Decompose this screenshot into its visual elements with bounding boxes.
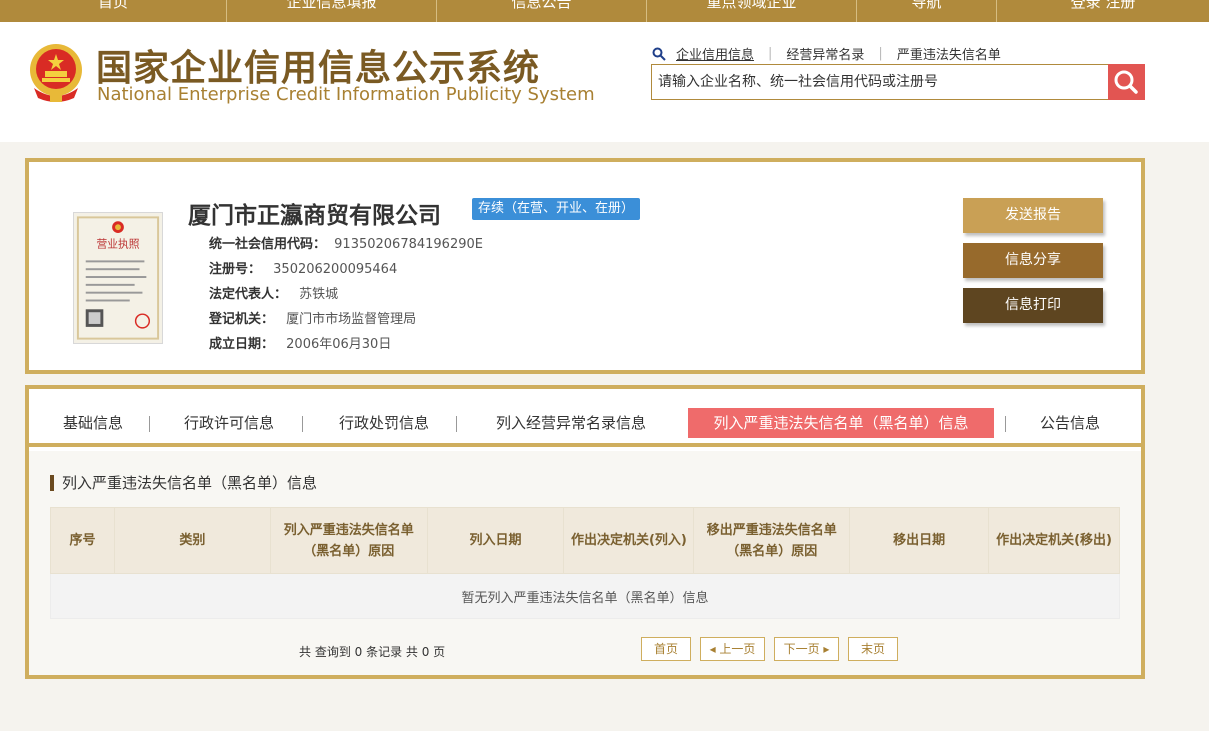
top-nav: 首页 企业信息填报 信息公告 重点领域企业 导航 登录 注册 (0, 0, 1209, 22)
tab-blacklist[interactable]: 列入严重违法失信名单（黑名单）信息 (688, 408, 994, 438)
nav-item-key-industry[interactable]: 重点领域企业 (647, 0, 857, 22)
next-page-label: 下一页 (783, 642, 820, 656)
company-card: 营业执照 厦门市正瀛商贸有限公司 存续（在营、开业、在册） 统一社会信用代码： … (25, 158, 1145, 374)
search-button[interactable] (1108, 64, 1145, 100)
quick-links: 企业信用信息 | 经营异常名录 | 严重违法失信名单 (652, 44, 1001, 63)
col-header-listing-date: 列入日期 (426, 507, 565, 574)
next-page-button[interactable]: 下一页 ▸ (774, 637, 839, 661)
blacklist-table: 序号 类别 列入严重违法失信名单（黑名单）原因 列入日期 作出决定机关(列入) … (50, 507, 1120, 619)
table-row: 暂无列入严重违法失信名单（黑名单）信息 (50, 573, 1120, 619)
info-value: 350206200095464 (273, 262, 398, 277)
col-header-removal-authority: 作出决定机关(移出) (988, 507, 1120, 574)
nav-item-announcement[interactable]: 信息公告 (437, 0, 647, 22)
last-page-button[interactable]: 末页 (848, 637, 898, 661)
info-row-founded-date: 成立日期： 2006年06月30日 (209, 333, 391, 352)
info-label: 统一社会信用代码： (209, 237, 327, 252)
empty-message: 暂无列入严重违法失信名单（黑名单）信息 (50, 573, 1120, 619)
col-header-listing-reason: 列入严重违法失信名单（黑名单）原因 (269, 507, 428, 574)
quick-link-abnormal-list[interactable]: 经营异常名录 (786, 44, 864, 63)
info-row-credit-code: 统一社会信用代码： 91350206784196290E (209, 233, 483, 252)
tab-separator (1005, 416, 1006, 432)
info-label: 注册号： (209, 262, 262, 277)
search-icon (652, 47, 666, 61)
company-name: 厦门市正瀛商贸有限公司 (188, 203, 441, 229)
info-label: 法定代表人： (209, 287, 288, 302)
info-value: 91350206784196290E (334, 237, 483, 252)
print-info-button[interactable]: 信息打印 (963, 288, 1103, 323)
prev-page-button[interactable]: ◂ 上一页 (700, 637, 765, 661)
tab-separator (302, 416, 303, 432)
info-label: 成立日期： (209, 337, 275, 352)
chevron-right-icon: ▸ (819, 642, 830, 656)
info-row-reg-number: 注册号： 350206200095464 (209, 258, 397, 277)
business-license-image: 营业执照 (73, 212, 163, 344)
national-emblem-icon (30, 44, 82, 102)
tab-basic-info[interactable]: 基础信息 (43, 408, 143, 438)
col-header-index: 序号 (50, 507, 115, 574)
info-value: 2006年06月30日 (286, 337, 392, 352)
nav-item-report[interactable]: 企业信息填报 (227, 0, 437, 22)
info-value: 苏铁城 (299, 287, 339, 302)
separator: | (878, 46, 883, 61)
license-title: 营业执照 (96, 238, 139, 251)
site-header: 国家企业信用信息公示系统 National Enterprise Credit … (0, 22, 1209, 142)
tab-separator (149, 416, 150, 432)
info-value: 厦门市市场监督管理局 (286, 312, 417, 327)
chevron-left-icon: ◂ (709, 642, 720, 656)
quick-link-enterprise-credit[interactable]: 企业信用信息 (676, 44, 754, 63)
info-row-reg-authority: 登记机关： 厦门市市场监督管理局 (209, 308, 416, 327)
col-header-removal-reason: 移出严重违法失信名单（黑名单）原因 (693, 507, 851, 574)
pagination-summary: 共 查询到 0 条记录 共 0 页 (299, 645, 446, 659)
separator: | (768, 46, 773, 61)
info-section-card: 基础信息 行政许可信息 行政处罚信息 列入经营异常名录信息 列入严重违法失信名单… (25, 385, 1145, 679)
nav-item-home[interactable]: 首页 (0, 0, 227, 22)
tab-separator (456, 416, 457, 432)
tab-abnormal-list[interactable]: 列入经营异常名录信息 (475, 408, 667, 438)
tab-bar: 基础信息 行政许可信息 行政处罚信息 列入经营异常名录信息 列入严重违法失信名单… (29, 389, 1141, 447)
magnifier-icon (1114, 70, 1138, 94)
nav-item-navigation[interactable]: 导航 (857, 0, 997, 22)
nav-item-login-register[interactable]: 登录 注册 (997, 0, 1209, 22)
share-info-button[interactable]: 信息分享 (963, 243, 1103, 278)
first-page-button[interactable]: 首页 (641, 637, 691, 661)
quick-link-blacklist[interactable]: 严重违法失信名单 (897, 44, 1001, 63)
col-header-listing-authority: 作出决定机关(列入) (563, 507, 695, 574)
send-report-button[interactable]: 发送报告 (963, 198, 1103, 233)
info-row-legal-rep: 法定代表人： 苏铁城 (209, 283, 338, 302)
search-box (651, 64, 1145, 100)
blacklist-panel: 列入严重违法失信名单（黑名单）信息 序号 类别 列入严重违法失信名单（黑名单）原… (29, 451, 1141, 675)
info-label: 登记机关： (209, 312, 275, 327)
search-input[interactable] (652, 65, 1110, 99)
site-title-en: National Enterprise Credit Information P… (97, 84, 595, 105)
tab-admin-penalty[interactable]: 行政处罚信息 (324, 408, 444, 438)
section-title: 列入严重违法失信名单（黑名单）信息 (50, 475, 317, 491)
col-header-category: 类别 (113, 507, 271, 574)
status-badge: 存续（在营、开业、在册） (472, 198, 641, 220)
prev-page-label: 上一页 (719, 642, 756, 656)
tab-admin-license[interactable]: 行政许可信息 (169, 408, 289, 438)
col-header-removal-date: 移出日期 (849, 507, 990, 574)
tab-announcements[interactable]: 公告信息 (1025, 408, 1115, 438)
table-header-row: 序号 类别 列入严重违法失信名单（黑名单）原因 列入日期 作出决定机关(列入) … (50, 507, 1120, 574)
